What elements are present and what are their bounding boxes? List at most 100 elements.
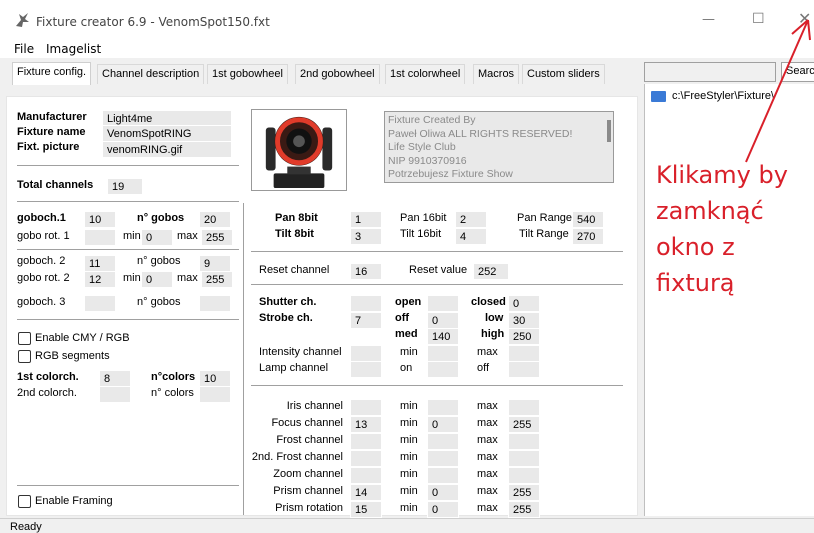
off-field[interactable]: 0: [427, 312, 459, 329]
divider: [251, 385, 623, 386]
rot2-min-field[interactable]: 0: [141, 271, 173, 288]
rot1-min-field[interactable]: 0: [141, 229, 173, 246]
tilt8-field[interactable]: 3: [350, 228, 382, 245]
effect-channel-field[interactable]: 13: [350, 416, 382, 433]
intensity-min-label: min: [400, 346, 418, 358]
effect-max-label: max: [477, 417, 498, 429]
divider: [251, 251, 623, 252]
effect-max-field[interactable]: [508, 433, 540, 450]
fixture-config-panel: Manufacturer Light4me Fixture name Venom…: [6, 96, 638, 518]
effect-max-label: max: [477, 485, 498, 497]
ngobos1-field[interactable]: 20: [199, 211, 231, 228]
closed-field[interactable]: 0: [508, 295, 540, 312]
effect-channel-field[interactable]: 15: [350, 501, 382, 518]
effect-max-field[interactable]: [508, 467, 540, 484]
reset-value-field[interactable]: 252: [473, 263, 509, 280]
lamp-on-field[interactable]: [427, 361, 459, 378]
med-field[interactable]: 140: [427, 328, 459, 345]
fixture-picture-field[interactable]: venomRING.gif: [102, 141, 232, 158]
goboch3-field[interactable]: [84, 295, 116, 312]
ncolors1-label: n°colors: [151, 371, 196, 383]
effect-max-label: max: [477, 468, 498, 480]
fixture-picture[interactable]: [251, 109, 347, 191]
intensity-min-field[interactable]: [427, 345, 459, 362]
high-label: high: [481, 328, 505, 340]
rot2-max-field[interactable]: 255: [201, 271, 233, 288]
effect-max-field[interactable]: 255: [508, 416, 540, 433]
goboch1-field[interactable]: 10: [84, 211, 116, 228]
effect-channel-field[interactable]: [350, 467, 382, 484]
reset-channel-field[interactable]: 16: [350, 263, 382, 280]
pan-range-label: Pan Range: [517, 212, 573, 224]
manufacturer-label: Manufacturer: [17, 111, 87, 123]
strobe-ch-field[interactable]: 7: [350, 312, 382, 329]
effect-min-field[interactable]: 0: [427, 484, 459, 501]
effect-min-field[interactable]: [427, 467, 459, 484]
effect-min-field[interactable]: [427, 450, 459, 467]
menu-imagelist[interactable]: Imagelist: [46, 42, 101, 56]
tab-fixture-config[interactable]: Fixture config.: [12, 62, 92, 85]
fixture-name-field[interactable]: VenomSpotRING: [102, 125, 232, 142]
fixture-info-textarea[interactable]: Fixture Created By Paweł Oliwa ALL RIGHT…: [384, 111, 614, 183]
effect-min-field[interactable]: 0: [427, 416, 459, 433]
ngobos3-field[interactable]: [199, 295, 231, 312]
ngobos2-label: n° gobos: [137, 255, 181, 267]
effect-min-field[interactable]: 0: [427, 501, 459, 518]
high-field[interactable]: 250: [508, 328, 540, 345]
pan8-field[interactable]: 1: [350, 211, 382, 228]
tab-custom-sliders[interactable]: Custom sliders: [522, 64, 605, 84]
tab-macros[interactable]: Macros: [473, 64, 520, 84]
moving-head-image: [265, 116, 333, 189]
colorch2-label: 2nd colorch.: [17, 387, 77, 399]
gobo-rot1-field[interactable]: [84, 229, 116, 246]
rot1-max-field[interactable]: 255: [201, 229, 233, 246]
effect-min-field[interactable]: [427, 399, 459, 416]
shutter-ch-field[interactable]: [350, 295, 382, 312]
effect-channel-field[interactable]: [350, 450, 382, 467]
effect-channel-field[interactable]: [350, 433, 382, 450]
effect-min-label: min: [400, 468, 418, 480]
tab-channel-description[interactable]: Channel description: [97, 64, 205, 84]
tab-1st-gobowheel[interactable]: 1st gobowheel: [207, 64, 288, 84]
tab-1st-colorwheel[interactable]: 1st colorwheel: [385, 64, 466, 84]
menu-file[interactable]: File: [14, 42, 34, 56]
rgb-segments-checkbox[interactable]: [18, 350, 31, 363]
effect-channel-field[interactable]: 14: [350, 484, 382, 501]
tilt16-field[interactable]: 4: [455, 228, 487, 245]
rot1-max-label: max: [177, 230, 198, 242]
pan-range-field[interactable]: 540: [572, 211, 604, 228]
colorch2-field[interactable]: [99, 386, 131, 403]
pan16-field[interactable]: 2: [455, 211, 487, 228]
tab-2nd-gobowheel[interactable]: 2nd gobowheel: [295, 64, 380, 84]
enable-framing-checkbox[interactable]: [18, 495, 31, 508]
effect-min-label: min: [400, 502, 418, 514]
effect-min-field[interactable]: [427, 433, 459, 450]
intensity-channel-field[interactable]: [350, 345, 382, 362]
effect-max-field[interactable]: [508, 399, 540, 416]
goboch2-label: goboch. 2: [17, 255, 66, 267]
tilt-range-field[interactable]: 270: [572, 228, 604, 245]
app-icon: [16, 13, 29, 27]
low-field[interactable]: 30: [508, 312, 540, 329]
total-channels-field[interactable]: 19: [107, 178, 143, 195]
ncolors1-field[interactable]: 10: [199, 370, 231, 387]
tilt-range-label: Tilt Range: [519, 228, 569, 240]
gobo-rot2-field[interactable]: 12: [84, 271, 116, 288]
goboch2-field[interactable]: 11: [84, 255, 116, 272]
gobo-rot1-label: gobo rot. 1: [17, 230, 70, 242]
effect-channel-field[interactable]: [350, 399, 382, 416]
ngobos2-field[interactable]: 9: [199, 255, 231, 272]
lamp-off-field[interactable]: [508, 361, 540, 378]
intensity-max-label: max: [477, 346, 498, 358]
annotation-text: Klikamy by zamknąć okno z fixturą: [656, 157, 788, 301]
ncolors2-field[interactable]: [199, 386, 231, 403]
intensity-max-field[interactable]: [508, 345, 540, 362]
lamp-channel-field[interactable]: [350, 361, 382, 378]
effect-max-field[interactable]: 255: [508, 484, 540, 501]
effect-max-field[interactable]: [508, 450, 540, 467]
scrollbar-thumb[interactable]: [607, 120, 611, 142]
open-field[interactable]: [427, 295, 459, 312]
effect-max-field[interactable]: 255: [508, 501, 540, 518]
colorch1-field[interactable]: 8: [99, 370, 131, 387]
cmy-rgb-checkbox[interactable]: [18, 332, 31, 345]
